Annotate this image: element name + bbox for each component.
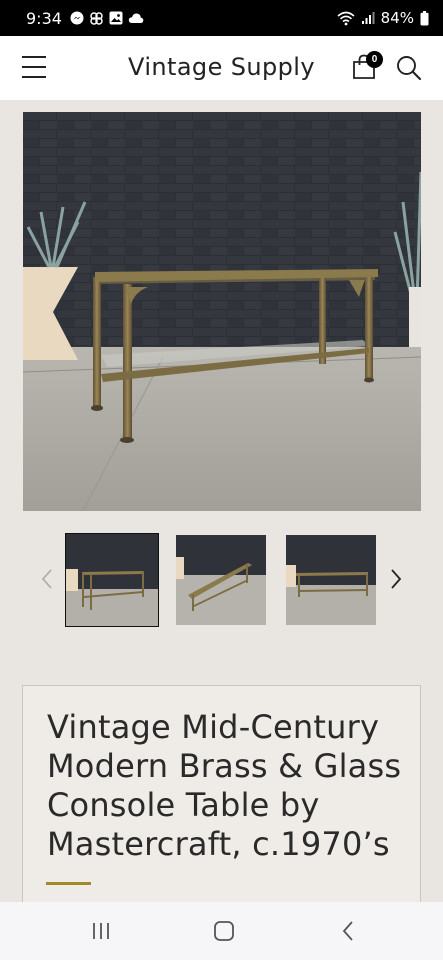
next-image-button[interactable] [385,564,407,594]
recent-apps-button[interactable] [88,919,114,943]
status-left-icons [70,11,144,26]
back-button[interactable] [336,919,362,943]
status-bar: 9:34 84% [0,0,443,36]
pinwheel-icon [90,11,103,25]
signal-icon [361,12,375,24]
status-time: 9:34 [26,8,62,28]
messenger-icon [70,11,84,25]
home-button[interactable] [211,919,237,943]
site-header: Vintage Supply 0 [0,36,443,100]
product-photo [23,112,421,511]
cart-button[interactable]: 0 [352,51,383,82]
gallery-icon [109,11,123,25]
battery-level: 84% [380,9,414,27]
back-icon [342,921,353,941]
search-icon [397,56,422,81]
cloud-icon [128,13,144,23]
recent-apps-icon [93,923,109,939]
previous-image-button[interactable] [36,564,58,594]
title-accent-rule [46,882,91,885]
menu-icon[interactable] [22,56,46,78]
thumbnail-photo [286,535,376,625]
battery-icon [420,10,429,25]
product-title: Vintage Mid-Century Modern Brass & Glass… [47,708,402,863]
cart-count-badge: 0 [366,51,383,68]
product-main-image[interactable] [23,112,421,511]
thumbnail-3[interactable] [286,535,376,625]
chevron-right-icon [391,569,402,589]
thumbnail-strip [0,533,443,627]
thumbnail-1[interactable] [65,533,159,627]
wifi-icon [337,11,355,25]
thumbnail-2[interactable] [176,535,266,625]
home-icon [214,921,234,941]
search-button[interactable] [396,55,422,81]
system-nav-bar [0,902,443,960]
thumbnail-photo [66,534,158,626]
thumbnail-photo [176,535,266,625]
chevron-left-icon [41,569,52,589]
status-right: 84% [337,9,429,27]
